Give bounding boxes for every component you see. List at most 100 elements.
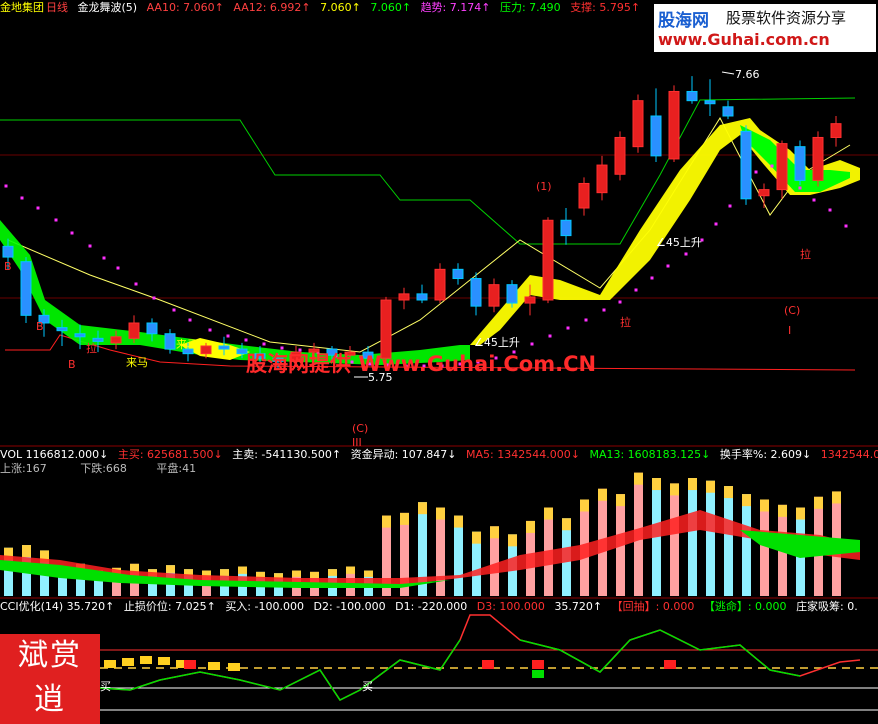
volume-cap-28 [508,534,517,547]
wave-label-1: (1) [536,180,552,193]
logo-text: 股海网 [658,11,709,31]
b-label-3: B [68,358,76,371]
pressure-line [0,97,856,245]
candle-body-45 [812,136,824,181]
volume-cap-18 [328,569,337,576]
candle-body-1 [20,261,32,316]
band-green-1 [0,220,470,365]
volume-bar-39 [706,480,715,596]
volume-bar-38 [688,478,697,596]
candle-body-23 [416,293,428,301]
sar-dot-10 [172,308,176,312]
volume-cap-30 [544,507,553,520]
cci-line-green-2 [519,629,801,677]
candle-body-0 [2,245,14,258]
cci-bar-yellow-1 [122,658,134,666]
volume-cap-37 [670,483,679,496]
volume-cap-38 [688,478,697,491]
volume-bar-42 [760,499,769,596]
sar-dot-37 [650,276,654,280]
volume-cap-25 [454,515,463,528]
volume-cap-46 [832,491,841,504]
high-pointer [721,71,735,75]
candle-body-46 [830,123,842,138]
volume-cap-41 [742,494,751,507]
la-label-2: 拉 [800,247,811,261]
volume-cap-26 [472,531,481,544]
volume-cap-45 [814,496,823,509]
sar-dot-2 [36,206,40,210]
cci-bar-red-0 [184,660,196,669]
volume-bar-25 [454,515,463,596]
volume-bar-40 [724,486,733,596]
watermark-logo: 股海网 股票软件资源分享 www.Guhai.com.cn [654,4,876,52]
sar-dot-8 [134,282,138,286]
sar-dot-49 [828,208,832,212]
sar-dot-13 [226,334,230,338]
sar-dot-14 [244,338,248,342]
sar-dot-34 [602,308,606,312]
candle-body-37 [668,90,680,160]
candle-body-8 [146,322,158,335]
cci-bar-red-1 [482,660,494,669]
candle-body-40 [722,106,734,117]
cci-bar-yellow-0 [104,660,116,668]
candle-body-43 [776,143,788,191]
volume-cap-40 [724,486,733,499]
sar-dot-9 [152,296,156,300]
b-label-2: B [36,320,44,333]
angle-label-1: ∠45上升 [656,236,702,249]
sar-dot-32 [566,326,570,330]
la-label-3: 拉 [86,341,97,355]
sar-dot-42 [728,204,732,208]
volume-bar-37 [670,483,679,596]
volume-cap-21 [382,515,391,528]
sar-dot-30 [530,342,534,346]
candle-body-24 [434,268,446,301]
candle-body-5 [92,337,104,342]
cci-bar-yellow-5 [208,662,220,670]
volume-cap-17 [310,571,319,578]
sar-dot-1 [20,196,24,200]
volume-cap-39 [706,480,715,493]
candle-body-28 [506,284,518,304]
candle-body-41 [740,130,752,200]
sar-dot-31 [548,334,552,338]
sar-dot-45 [770,164,774,168]
volume-cap-32 [580,499,589,512]
laima-label-2: 来马 [176,338,198,351]
volume-cap-35 [634,472,643,485]
sar-dot-15 [262,342,266,346]
volume-cap-44 [796,507,805,520]
sar-dot-35 [618,300,622,304]
volume-bar-24 [436,507,445,596]
volume-cap-12 [220,569,229,576]
wave-label-c2: (C) [352,422,368,435]
volume-cap-36 [652,478,661,491]
candle-body-32 [578,182,590,209]
sar-dot-33 [584,318,588,322]
buy-signal-label-1: 买 [100,680,111,693]
sar-dot-47 [798,186,802,190]
candle-body-34 [614,136,626,175]
sar-dot-7 [116,266,120,270]
cci-bar-yellow-3 [158,657,170,665]
candle-body-29 [524,296,536,304]
candle-body-4 [74,333,86,338]
laima-label-1: 来马 [126,356,148,369]
wave-label-iii: III [352,436,362,449]
candle-body-44 [794,146,806,181]
stock-chart-window: { "colors": {"up":"#ff3030","down":"#00c… [0,0,878,724]
candle-body-31 [560,219,572,237]
candle-body-27 [488,284,500,307]
seal-stamp: 斌赏 逍 [0,634,100,724]
logo-url: www.Guhai.com.cn [658,30,830,49]
sar-dot-36 [634,288,638,292]
candle-body-22 [398,293,410,301]
candle-body-9 [164,333,176,350]
wave-label-i: I [788,324,791,337]
sar-dot-44 [754,170,758,174]
logo-tagline: 股票软件资源分享 [726,9,847,27]
volume-cap-33 [598,488,607,501]
cci-line-red [99,614,861,701]
